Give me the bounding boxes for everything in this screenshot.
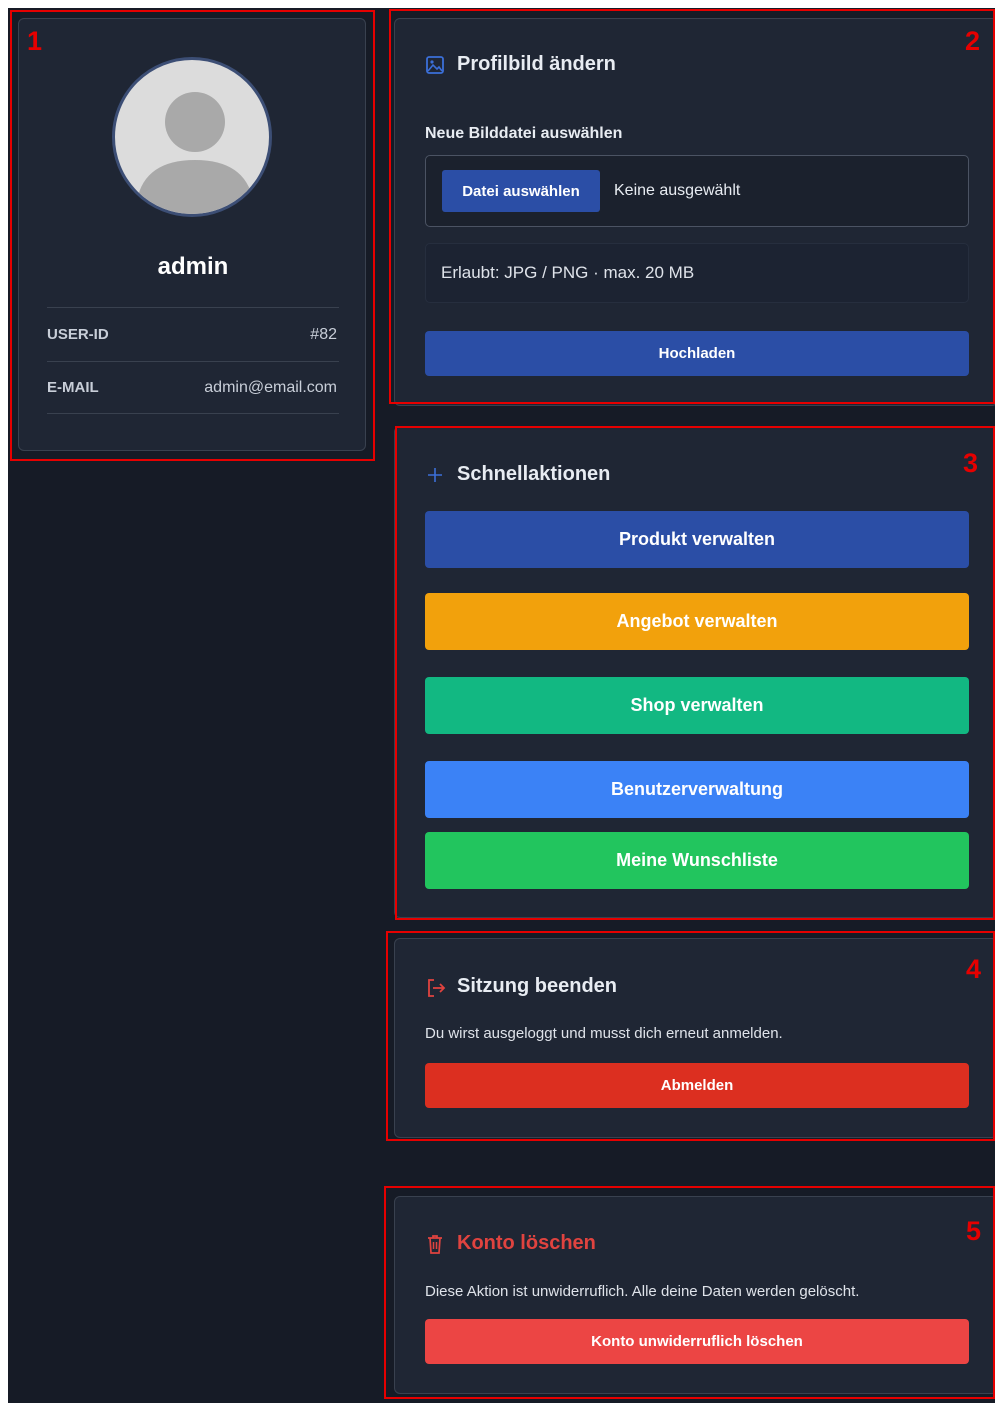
no-file-text: Keine ausgewählt	[614, 182, 741, 199]
manage-products-button[interactable]: Produkt verwalten	[425, 511, 969, 568]
email-value: admin@email.com	[204, 379, 337, 396]
user-silhouette-icon	[137, 92, 253, 214]
logout-button[interactable]: Abmelden	[425, 1063, 969, 1108]
upload-info-text: Erlaubt: JPG / PNG · max. 20 MB	[441, 263, 695, 282]
logout-icon	[428, 979, 446, 997]
profile-divider	[47, 307, 339, 308]
annotation-label-4: 4	[966, 954, 982, 984]
user-management-button[interactable]: Benutzerverwaltung	[425, 761, 969, 818]
upload-title: Profilbild ändern	[457, 53, 616, 75]
wishlist-button[interactable]: Meine Wunschliste	[425, 832, 969, 889]
manage-offers-button[interactable]: Angebot verwalten	[425, 593, 969, 650]
file-label: Neue Bilddatei auswählen	[425, 125, 623, 142]
quick-actions-card: Schnellaktionen Produkt verwalten Angebo…	[394, 426, 995, 918]
email-label: E-MAIL	[47, 379, 99, 396]
quick-actions-title: Schnellaktionen	[457, 463, 611, 485]
image-icon	[426, 56, 444, 74]
annotation-label-5: 5	[966, 1216, 982, 1246]
page-background: admin USER-ID #82 E-MAIL admin@email.com…	[8, 8, 995, 1403]
delete-account-card: Konto löschen Diese Aktion ist unwiderru…	[394, 1196, 995, 1394]
choose-file-button[interactable]: Datei auswählen	[442, 170, 600, 212]
annotation-label-2: 2	[965, 26, 981, 56]
delete-account-title: Konto löschen	[457, 1232, 596, 1254]
annotation-label-1: 1	[27, 26, 43, 56]
profile-divider	[47, 361, 339, 362]
annotation-label-3: 3	[963, 448, 979, 478]
user-id-value: #82	[310, 326, 337, 343]
upload-card: Profilbild ändern Neue Bilddatei auswähl…	[394, 18, 995, 406]
upload-button[interactable]: Hochladen	[425, 331, 969, 376]
avatar	[112, 57, 272, 217]
profile-card: admin USER-ID #82 E-MAIL admin@email.com	[18, 18, 366, 451]
username: admin	[157, 253, 229, 280]
session-card: Sitzung beenden Du wirst ausgeloggt und …	[394, 938, 995, 1138]
delete-account-description: Diese Aktion ist unwiderruflich. Alle de…	[425, 1283, 860, 1300]
manage-shop-button[interactable]: Shop verwalten	[425, 677, 969, 734]
session-description: Du wirst ausgeloggt und musst dich erneu…	[425, 1025, 783, 1042]
session-title: Sitzung beenden	[457, 975, 617, 997]
trash-icon	[428, 1235, 442, 1254]
profile-divider	[47, 413, 339, 414]
user-id-label: USER-ID	[47, 326, 109, 343]
upload-info-box: Erlaubt: JPG / PNG · max. 20 MB	[425, 243, 969, 303]
file-input[interactable]: Datei auswählen Keine ausgewählt	[425, 155, 969, 227]
delete-account-button[interactable]: Konto unwiderruflich löschen	[425, 1319, 969, 1364]
plus-icon	[428, 468, 442, 482]
